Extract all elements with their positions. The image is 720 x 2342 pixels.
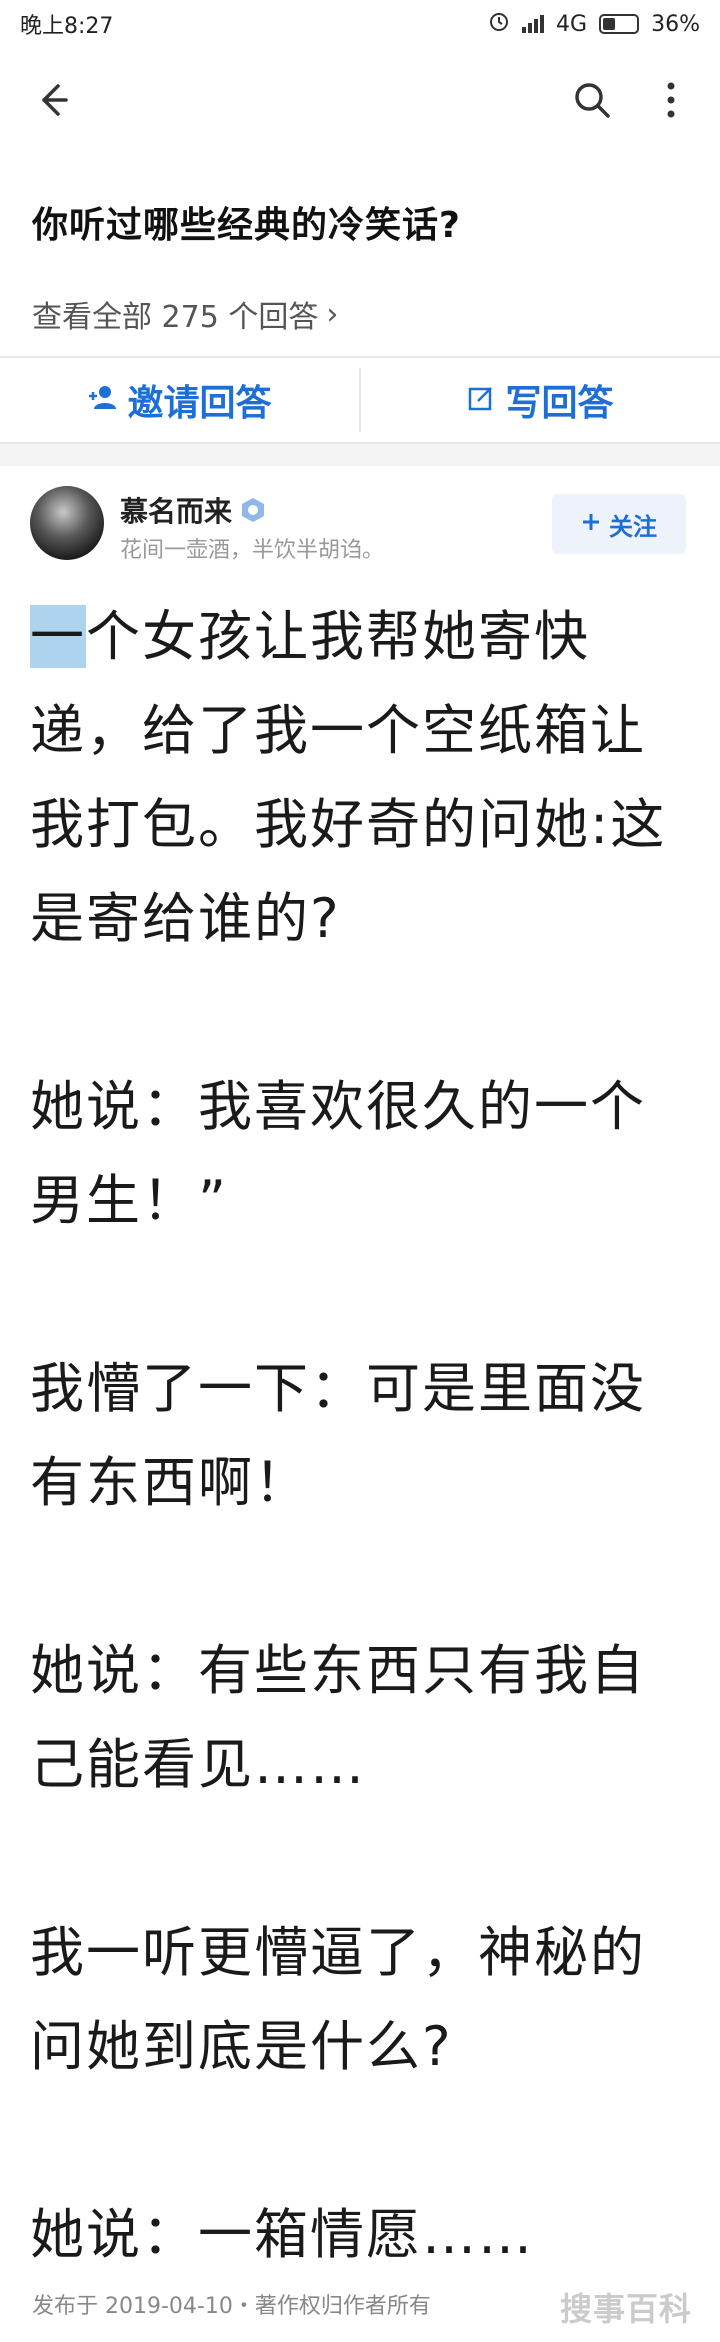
write-answer-button[interactable]: 写回答 (361, 358, 720, 442)
toolbar (0, 48, 720, 152)
answer-line: 我打包。我好奇的问她:这 (30, 793, 667, 856)
author-header: 慕名而来 花间一壶酒，半饮半胡诌。 关注 (0, 466, 720, 586)
edit-icon (467, 380, 495, 421)
status-icons: 4G 36% (488, 10, 700, 38)
back-arrow-icon[interactable] (30, 78, 74, 122)
battery-icon (599, 14, 640, 34)
network-type: 4G (556, 11, 588, 37)
invite-answer-button[interactable]: 邀请回答 (0, 358, 359, 442)
status-bar: 晚上8:27 4G 36% (0, 0, 720, 48)
write-answer-label: 写回答 (505, 383, 614, 424)
follow-label: 关注 (609, 512, 657, 541)
author-name-text: 慕名而来 (120, 495, 233, 528)
add-user-icon (87, 380, 117, 421)
publish-info: 发布于 2019-04-10・著作权归作者所有 (32, 2294, 431, 2319)
battery-percent: 36% (651, 11, 700, 37)
question-title[interactable]: 你听过哪些经典的冷笑话? (32, 196, 461, 248)
more-vertical-icon[interactable] (656, 78, 686, 122)
section-divider (0, 444, 720, 466)
view-all-answers-link[interactable]: 查看全部 275 个回答 › (32, 292, 338, 336)
search-icon[interactable] (570, 78, 614, 122)
answer-body: 一个女孩让我帮她寄快 递，给了我一个空纸箱让 我打包。我好奇的问她:这 是寄给谁… (30, 590, 690, 2282)
invite-answer-label: 邀请回答 (127, 383, 272, 424)
answer-line: 她说：我喜欢很久的一个 (30, 1075, 646, 1138)
answer-line: 递，给了我一个空纸箱让 (30, 699, 646, 762)
verified-badge-icon (240, 497, 266, 523)
battery-fill (603, 18, 616, 30)
watermark: 搜事百科 (560, 2290, 693, 2328)
author-name[interactable]: 慕名而来 (120, 490, 266, 530)
answer-line: 问她到底是什么? (30, 2015, 453, 2078)
plus-icon (581, 510, 601, 538)
avatar[interactable] (30, 486, 104, 560)
author-bio: 花间一壶酒，半饮半胡诌。 (120, 538, 385, 563)
answer-line: 一个女孩让我帮她寄快 (30, 605, 590, 668)
action-bar: 邀请回答 写回答 (0, 356, 720, 444)
signal-icon (522, 15, 545, 33)
view-all-label: 查看全部 275 个回答 (32, 300, 319, 335)
selected-text[interactable]: 一 (30, 605, 86, 668)
follow-button[interactable]: 关注 (552, 494, 686, 554)
answer-line: 有东西啊！ (30, 1451, 310, 1514)
answer-line: 是寄给谁的? (30, 887, 341, 950)
answer-line: 她说：一箱情愿…… (30, 2203, 534, 2266)
answer-line: 我一听更懵逼了，神秘的 (30, 1921, 646, 1984)
answer-line: 我懵了一下：可是里面没 (30, 1357, 646, 1420)
answer-line: 她说：有些东西只有我自 (30, 1639, 646, 1702)
answer-line: 男生！” (30, 1169, 228, 1232)
status-time: 晚上8:27 (20, 14, 114, 39)
chevron-right-icon: › (326, 296, 339, 332)
answer-line: 己能看见…… (30, 1733, 366, 1796)
alarm-icon (488, 10, 510, 38)
